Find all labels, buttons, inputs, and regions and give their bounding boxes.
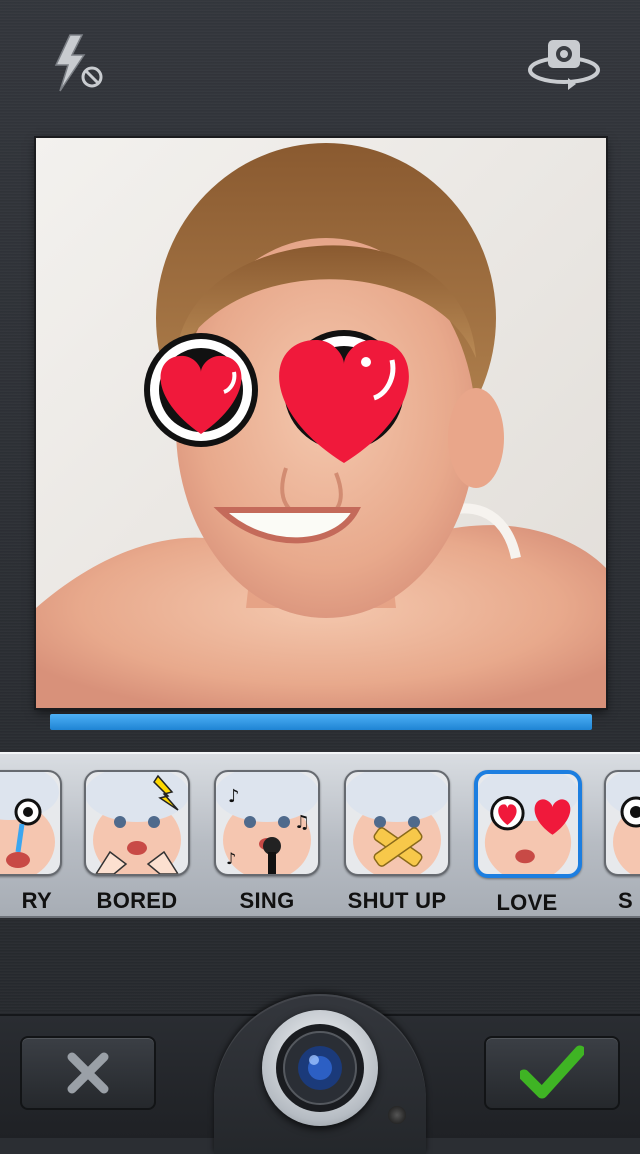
confirm-button[interactable] <box>484 1036 620 1110</box>
progress-fill <box>50 714 592 730</box>
progress-bar <box>50 714 592 730</box>
flash-off-icon[interactable] <box>48 30 108 96</box>
svg-text:♪: ♪ <box>226 849 236 868</box>
sticker-label: RY <box>21 888 52 913</box>
sticker-label: SHUT UP <box>347 888 447 913</box>
sticker-love[interactable]: LOVE <box>474 770 582 916</box>
sticker-shut-up[interactable]: SHUT UP <box>344 770 450 914</box>
svg-text:♪: ♪ <box>228 786 240 807</box>
capture-button[interactable] <box>262 1010 378 1126</box>
cancel-button[interactable] <box>20 1036 156 1110</box>
checkmark-icon <box>520 1045 584 1099</box>
camera-preview[interactable] <box>36 138 606 708</box>
svg-text:♫: ♫ <box>294 812 310 833</box>
sticker-label: S <box>618 888 633 913</box>
sing-face-icon: ♪ ♫ ♪ <box>214 770 320 876</box>
close-icon <box>67 1052 109 1094</box>
cry-face-icon <box>0 770 62 876</box>
sticker-bored[interactable]: BORED <box>84 770 190 914</box>
surprise-face-icon <box>604 770 640 876</box>
indicator-light <box>388 1106 406 1124</box>
sticker-label: BORED <box>96 888 178 913</box>
sticker-label: LOVE <box>496 890 558 915</box>
sticker-cry[interactable]: RY <box>0 770 62 914</box>
switch-camera-icon[interactable] <box>524 34 604 94</box>
love-face-icon <box>474 770 582 878</box>
sticker-sing[interactable]: ♪ ♫ ♪ SING <box>214 770 320 914</box>
camera-lens-icon <box>276 1024 364 1112</box>
bored-face-icon <box>84 770 190 876</box>
top-toolbar <box>0 0 640 130</box>
sticker-surprise[interactable]: S <box>604 770 640 914</box>
shut-up-face-icon <box>344 770 450 876</box>
sticker-label: SING <box>239 888 295 913</box>
sticker-strip[interactable]: RY BORED ♪ ♫ ♪ SING SHUT UP LOVE S <box>0 752 640 918</box>
